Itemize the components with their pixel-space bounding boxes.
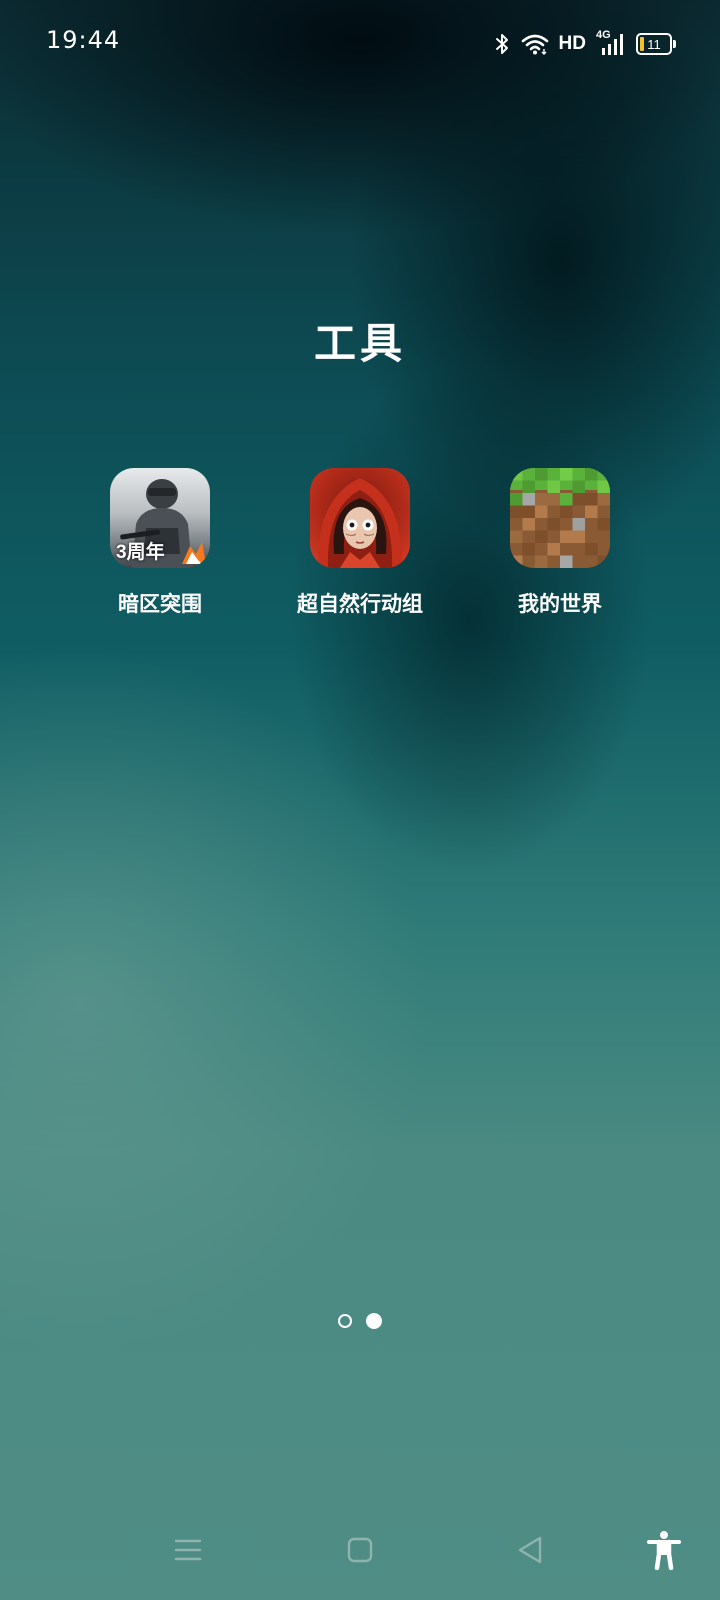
menu-icon[interactable] — [168, 1530, 208, 1570]
minecraft-grass-block-icon[interactable] — [510, 468, 610, 568]
bluetooth-icon — [493, 32, 511, 56]
cellular-signal-icon: 4G — [596, 29, 626, 57]
app-supernatural-squad[interactable]: 超自然行动组 — [260, 468, 460, 618]
battery-body: 11 — [636, 33, 672, 55]
supernatural-squad-icon[interactable] — [310, 468, 410, 568]
wifi-icon — [521, 33, 549, 55]
battery-fill — [640, 37, 644, 51]
page-dot-2-active[interactable] — [366, 1313, 382, 1329]
arena-breakout-icon[interactable]: 3周年 — [110, 468, 210, 568]
app-grid: 3周年 暗区突围 超自然行动组 我的世界 — [60, 468, 660, 618]
battery-icon: 11 — [636, 33, 676, 55]
home-icon[interactable] — [340, 1530, 380, 1570]
battery-cap — [673, 40, 676, 48]
navigation-bar — [0, 1510, 720, 1590]
app-arena-breakout[interactable]: 3周年 暗区突围 — [60, 468, 260, 618]
back-icon[interactable] — [510, 1530, 550, 1570]
folder-title[interactable]: 工具 — [0, 310, 720, 371]
hd-label: HD — [558, 33, 586, 54]
app-label: 超自然行动组 — [297, 592, 423, 616]
app-minecraft[interactable]: 我的世界 — [460, 468, 660, 618]
anniversary-badge: 3周年 — [116, 542, 165, 563]
page-dot-1[interactable] — [338, 1314, 352, 1328]
page-indicator — [0, 1313, 720, 1329]
status-icons: HD 4G 11 — [493, 28, 676, 60]
app-label: 暗区突围 — [118, 592, 202, 616]
battery-level: 11 — [647, 36, 661, 52]
status-time: 19:44 — [46, 26, 121, 54]
app-label: 我的世界 — [518, 592, 602, 616]
accessibility-icon[interactable] — [644, 1530, 684, 1570]
home-screen-folder: 19:44 HD 4G 11 工具 3周年 暗区突围 超自然行动组 我的世界 — [0, 0, 720, 1600]
status-bar: 19:44 HD 4G 11 — [0, 0, 720, 88]
